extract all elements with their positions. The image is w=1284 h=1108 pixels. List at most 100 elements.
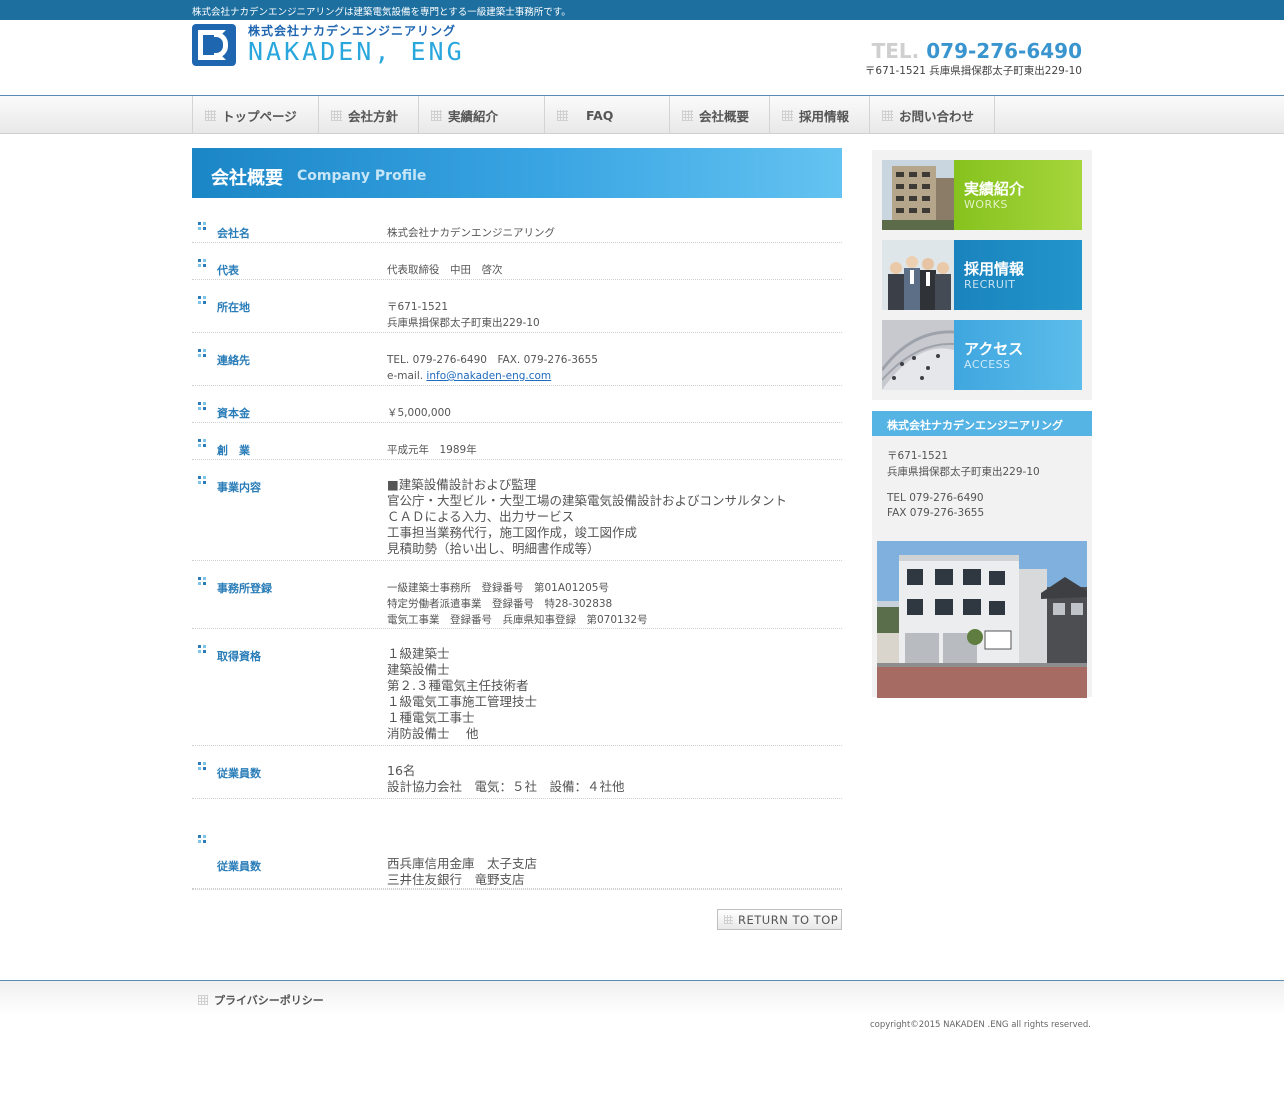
nav-works[interactable]: 実績紹介 [418,96,544,134]
bullet-squares-icon [198,222,206,230]
header-phone-number: 079-276-6490 [926,39,1082,63]
company-info-box: 株式会社ナカデンエンジニアリング 〒671-1521 兵庫県揖保郡太子町東出22… [872,411,1092,698]
page-title: 会社概要 [211,168,283,189]
profile-value: １級建築士 建築設備士 第２.３種電気主任技術者 １級電気工事施工管理技士 １種電気工事… [387,646,537,742]
global-nav: トップページ 会社方針 実績紹介 FAQ 会社概要 採用情報 お問い合わせ [0,95,1284,134]
profile-value-line: 16名 [387,763,416,778]
site-logo[interactable]: 株式会社ナカデンエンジニアリング NAKADEN, ENG [192,22,462,68]
profile-value-line: ＣＡＤによる入力、出力サービス [387,509,575,524]
site-tagline: 株式会社ナカデンエンジニアリングは建築電気設備を専門とする一級建築士事務所です。 [192,7,571,18]
company-info-title: 株式会社ナカデンエンジニアリング [887,419,1063,432]
privacy-policy-label: プライバシーポリシー [214,994,324,1007]
page-header: 会社概要 Company Profile [192,148,842,198]
profile-value-line: １級建築士 [387,646,450,661]
company-info-fax: FAX 079-276-3655 [887,507,985,519]
main-content: 会社概要 Company Profile 会社名 株式会社ナカデンエンジニアリング… [192,148,842,930]
bullet-squares-icon [198,296,206,304]
email-link[interactable]: info@nakaden-eng.com [426,370,551,382]
nav-faq[interactable]: FAQ [544,96,669,134]
grid-icon [724,915,733,924]
nav-top-page[interactable]: トップページ [192,96,318,134]
email-prefix: e-mail. [387,370,427,382]
top-bar: 株式会社ナカデンエンジニアリングは建築電気設備を専門とする一級建築士事務所です。 [0,0,1284,20]
recruit-banner[interactable]: 採用情報 RECRUIT [882,240,1082,310]
profile-row: 代表 代表取締役 中田 啓次 [192,249,842,280]
nav-label: 採用情報 [799,108,850,124]
privacy-policy-link[interactable]: プライバシーポリシー [198,992,324,1008]
access-banner-text: アクセス ACCESS [954,320,1082,390]
bullet-squares-icon [198,402,206,410]
logo-wordmark: NAKADEN, ENG [248,37,465,66]
footer: プライバシーポリシー [0,980,1284,1016]
profile-value-line: 見積助勢（拾い出し、明細書作成等） [387,541,600,556]
profile-value-line: １級電気工事施工管理技士 [387,694,538,709]
nav-contact[interactable]: お問い合わせ [869,96,995,134]
grid-icon [882,109,893,121]
profile-value-line: 電気工事業 登録番号 兵庫県知事登録 第070132号 [387,614,648,626]
profile-value-line: 三井住友銀行 竜野支店 [387,872,525,887]
works-banner[interactable]: 実績紹介 WORKS [882,160,1082,230]
company-info-postal: 〒671-1521 [887,450,949,462]
profile-value: ￥5,000,000 [387,405,451,421]
bullet-squares-icon [198,762,206,770]
profile-label: 所在地 [217,301,250,314]
profile-row: 創 業 平成元年 1989年 [192,429,842,460]
profile-value: ■建築設備設計および監理 官公庁・大型ビル・大型工場の建築電気設備設計およびコンサ… [387,477,787,557]
profile-row: 所在地 〒671-1521 兵庫県揖保郡太子町東出229-10 [192,286,842,333]
profile-value-line: 株式会社ナカデンエンジニアリング [387,227,555,239]
office-building-photo [877,541,1087,698]
recruit-banner-subtitle: RECRUIT [964,278,1016,291]
profile-row: 資本金 ￥5,000,000 [192,392,842,423]
profile-value: 代表取締役 中田 啓次 [387,262,503,278]
profile-row: 従業員数 16名 設計協力会社 電気：５社 設備：４社他 [192,752,842,799]
nav-recruit[interactable]: 採用情報 [769,96,869,134]
profile-label: 取得資格 [217,650,261,663]
profile-value: TEL. 079-276-6490 FAX. 079-276-3655 e-mai… [387,352,598,384]
profile-value-line: 西兵庫信用金庫 太子支店 [387,856,538,871]
profile-value-line: 設計協力会社 電気：５社 設備：４社他 [387,779,625,794]
profile-label: 会社名 [217,227,250,240]
profile-value: 〒671-1521 兵庫県揖保郡太子町東出229-10 [387,299,540,331]
access-banner[interactable]: アクセス ACCESS [880,320,1082,390]
bullet-squares-icon [198,476,206,484]
profile-value-line: １種電気工事士 [387,710,475,725]
header-phone-label: TEL. [871,39,920,63]
nav-label: 会社概要 [699,108,750,124]
profile-value-line: 代表取締役 中田 啓次 [387,264,503,276]
nav-company-profile[interactable]: 会社概要 [669,96,769,134]
bullet-squares-icon [198,349,206,357]
profile-value-line: 兵庫県揖保郡太子町東出229-10 [387,317,540,329]
grid-icon [682,109,693,121]
profile-row: 事業内容 ■建築設備設計および監理 官公庁・大型ビル・大型工場の建築電気設備設計およ… [192,466,842,561]
grid-icon [331,109,342,121]
bullet-squares-icon [198,645,206,653]
access-banner-subtitle: ACCESS [964,358,1011,371]
company-info-tel: TEL 079-276-6490 [887,492,984,504]
header-address: 〒671-1521 兵庫県揖保郡太子町東出229-10 [864,65,1082,77]
profile-value: 株式会社ナカデンエンジニアリング [387,225,555,241]
profile-label: 資本金 [217,407,250,420]
works-banner-subtitle: WORKS [964,198,1008,211]
grid-icon [205,109,216,121]
profile-value: 16名 設計協力会社 電気：５社 設備：４社他 [387,763,625,795]
bullet-squares-icon [198,577,206,585]
logo-n-icon [192,24,236,66]
company-info-header: 株式会社ナカデンエンジニアリング [872,411,1092,436]
return-to-top-button[interactable]: RETURN TO TOP [717,909,842,930]
recruit-banner-title: 採用情報 [964,260,1025,278]
profile-label: 創 業 [217,444,250,457]
profile-label: 代表 [217,264,239,277]
bullet-squares-icon [198,835,206,843]
profile-value-line: 消防設備士 他 [387,726,479,741]
access-banner-title: アクセス [964,340,1024,358]
profile-value-line: 建築設備士 [387,662,450,677]
page-subtitle: Company Profile [297,168,427,184]
profile-label: 従業員数 [217,767,261,780]
works-building-photo [882,160,954,230]
recruit-banner-text: 採用情報 RECRUIT [954,240,1082,310]
nav-label: 実績紹介 [448,108,499,124]
grid-icon [557,109,568,121]
nav-company-policy[interactable]: 会社方針 [318,96,418,134]
profile-label: 連絡先 [217,354,250,367]
sidebar-banners: 実績紹介 WORKS 採用情報 RECRUIT アクセス ACCESS [872,150,1092,400]
